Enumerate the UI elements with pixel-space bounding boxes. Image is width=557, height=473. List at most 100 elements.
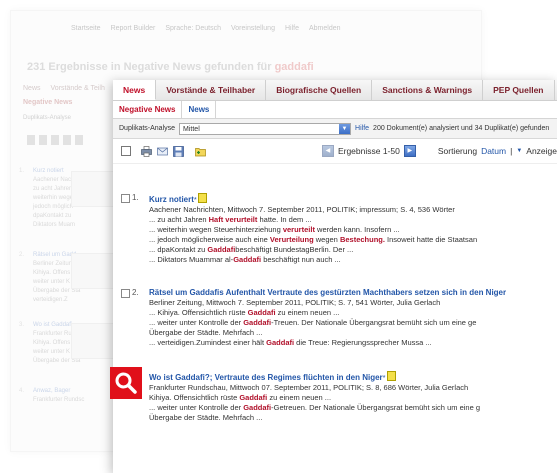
bg-topbar-item: Hilfe — [284, 25, 299, 32]
bg-list-item: 4. Anwaz, Bager Frankfurter Rundsc — [19, 387, 113, 405]
result-meta: Frankfurter Rundschau, Mittwoch 07. Sept… — [149, 383, 469, 392]
result-snippet: ... weiter unter Kontrolle der Gaddafi-T… — [149, 318, 477, 327]
bg-dup-label: Duplikats-Analyse — [23, 115, 72, 121]
result-number: 1. — [121, 193, 139, 203]
bg-item-line: dpaKontakt zu — [33, 213, 72, 219]
star-icon: * — [193, 195, 197, 204]
chevron-down-icon[interactable]: ▼ — [339, 123, 351, 134]
result-checkbox[interactable] — [121, 289, 130, 298]
bg-title-query: gaddafi — [274, 61, 314, 73]
bg-tab: Vorstände & Teilh — [50, 85, 105, 92]
bg-topbar-item: Report Builder — [110, 25, 156, 32]
print-icon[interactable] — [141, 145, 152, 157]
add-folder-icon[interactable] — [195, 146, 206, 157]
result-title-link[interactable]: Kurz notiert — [149, 195, 194, 204]
select-all-checkbox[interactable] — [121, 146, 131, 156]
result-snippet: Übergabe der Städte. Mehrfach ... — [149, 328, 263, 337]
result-body: Kurz notiert* Aachener Nachrichten, Mitt… — [149, 193, 557, 265]
bg-item-line: Kihiya. Offens — [33, 270, 71, 276]
result-snippet: ... zu acht Jahren Haft verurteilt hatte… — [149, 215, 312, 224]
result-checkbox[interactable] — [121, 194, 130, 203]
result-index: 2. — [132, 288, 139, 297]
chevron-down-icon[interactable]: ▼ — [516, 148, 522, 154]
background-tabs: News Vorstände & Teilh — [23, 85, 105, 92]
bg-item-number: 2. — [19, 252, 25, 258]
magnifier-icon — [115, 372, 137, 394]
result-title-link[interactable]: Rätsel um Gaddafis Aufenthalt Vertraute … — [149, 288, 506, 297]
result-snippet: ... verteidigen.Zumindest einer hält Gad… — [149, 338, 432, 347]
save-icon[interactable] — [173, 145, 184, 157]
next-page-icon[interactable]: ▶ — [403, 145, 416, 157]
result-snippet: ... dpaKontakt zu Gaddafibeschäftigt Bun… — [149, 245, 354, 254]
results-range: Ergebnisse 1-50 — [337, 146, 400, 156]
bg-item-line: weiter unter K — [33, 279, 71, 285]
bg-title-text: 231 Ergebnisse in Negative News gefunden… — [27, 61, 272, 73]
bg-item-line: jedoch möglich — [33, 204, 74, 210]
results-navigation: ◀ Ergebnisse 1-50 ▶ Sortierung Datum | ▼… — [321, 145, 557, 157]
source-tabs: News Vorstände & Teilhaber Biografische … — [113, 80, 557, 101]
result-snippet: Übergabe der Städte. Mehrfach ... — [149, 413, 263, 422]
display-options-link[interactable]: Anzeige — [526, 146, 557, 156]
result-body: Wo ist Gaddafi?; Vertraute des Regimes f… — [149, 371, 557, 423]
bg-tab: News — [23, 85, 41, 92]
result-number: 2. — [121, 288, 139, 298]
result-snippet: Kihiya. Offensichtlich rüste Gaddafi zu … — [149, 393, 332, 402]
subtab-news[interactable]: News — [182, 101, 217, 118]
tab-biografische-quellen[interactable]: Biografische Quellen — [266, 80, 373, 100]
result-title-link[interactable]: Wo ist Gaddafi?; Vertraute des Regimes f… — [149, 373, 383, 382]
results-toolbar: ◀ Ergebnisse 1-50 ▶ Sortierung Datum | ▼… — [113, 139, 557, 164]
duplicate-analysis-value: Mittel — [183, 125, 200, 133]
tab-news[interactable]: News — [113, 80, 157, 100]
result-snippet: ... Kihiya. Offensichtlich rüste Gaddafi… — [149, 308, 340, 317]
result-snippet: ... Diktators Muammar al-Gaddafi beschäf… — [149, 255, 341, 264]
duplicate-analysis-select[interactable]: Mittel ▼ — [179, 122, 352, 135]
bg-topbar-item: Startseite — [71, 25, 101, 32]
bg-item-line: Kihiya. Offens — [33, 340, 71, 346]
zoom-button[interactable] — [110, 367, 142, 399]
result-snippet: ... jedoch möglicherweise auch eine Veru… — [149, 235, 478, 244]
bg-item-title: Wo ist Gaddafi — [33, 322, 73, 328]
result-index: 1. — [132, 193, 139, 202]
background-topbar: Startseite Report Builder Sprache: Deuts… — [71, 25, 341, 37]
result-snippet: ... weiter unter Kontrolle der Gaddafi-G… — [149, 403, 481, 412]
subtab-negative-news[interactable]: Negative News — [113, 101, 183, 118]
sort-separator: | — [510, 146, 513, 156]
bg-item-line: Diktators Muam — [33, 222, 76, 228]
previous-page-icon[interactable]: ◀ — [321, 145, 334, 157]
sort-label: Sortierung — [437, 146, 478, 156]
bg-topbar-item: Sprache: Deutsch — [165, 25, 221, 32]
document-icon[interactable] — [386, 371, 396, 381]
bg-item-line: weiter unter K — [33, 349, 71, 355]
sort-by-date-link[interactable]: Datum — [481, 146, 506, 156]
bg-item-number: 3. — [19, 322, 25, 328]
help-link[interactable]: Hilfe — [355, 125, 369, 132]
star-icon: * — [382, 373, 386, 382]
tab-sanctions-warnings[interactable]: Sanctions & Warnings — [372, 80, 484, 100]
document-icon[interactable] — [197, 193, 207, 203]
background-title: 231 Ergebnisse in Negative News gefunden… — [27, 61, 314, 73]
bg-toolbar-icons — [27, 135, 87, 145]
bg-topbar-item: Voreinstellung — [230, 25, 275, 32]
result-meta: Berliner Zeitung, Mittwoch 7. September … — [149, 298, 441, 307]
bg-item-line: Frankfurter Rundsc — [33, 397, 85, 403]
bg-item-line: weiterhin wegen — [33, 195, 77, 201]
bg-topbar-item: Abmelden — [308, 25, 341, 32]
result-snippet: ... weiterhin wegen Steuerhinterziehung … — [149, 225, 400, 234]
duplicate-analysis-bar: Duplikats-Analyse Mittel ▼ Hilfe 200 Dok… — [113, 119, 557, 139]
result-meta: Aachener Nachrichten, Mittwoch 7. Septem… — [149, 205, 455, 214]
bg-item-title: Rätsel um Gadd — [33, 252, 77, 258]
tab-vorstaende[interactable]: Vorstände & Teilhaber — [156, 80, 267, 100]
bg-subtab: Negative News — [23, 99, 73, 106]
tab-pep-quellen[interactable]: PEP Quellen — [483, 80, 555, 100]
bg-item-line: zu acht Jahren — [33, 186, 73, 192]
duplicate-analysis-info: 200 Dokument(e) analysiert und 34 Duplik… — [373, 125, 550, 132]
bg-item-line: verteidigen.Z — [33, 297, 68, 303]
news-subtabs: Negative News News — [113, 101, 557, 119]
bg-item-number: 4. — [19, 388, 25, 394]
bg-item-number: 1. — [19, 168, 25, 174]
bg-item-title: Kurz notiert — [33, 168, 64, 174]
email-icon[interactable] — [157, 146, 168, 157]
duplicate-analysis-label: Duplikats-Analyse — [119, 125, 176, 132]
bg-item-title: Anwaz, Bager — [33, 388, 71, 394]
result-body: Rätsel um Gaddafis Aufenthalt Vertraute … — [149, 288, 557, 348]
